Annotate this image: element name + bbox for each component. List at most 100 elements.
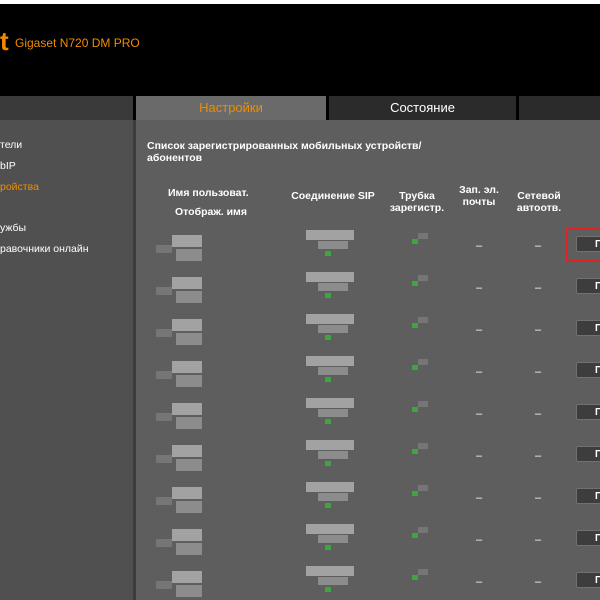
voicemail-value: – xyxy=(475,408,483,420)
voicemail-value: – xyxy=(475,324,483,336)
redacted-sip-account xyxy=(306,440,354,450)
redacted-user-name xyxy=(172,571,202,583)
sidebar-item-online-directories[interactable]: равочники онлайн xyxy=(0,243,89,255)
redacted-display-name xyxy=(176,585,202,597)
edit-device-button[interactable]: П xyxy=(576,320,600,336)
redacted-sip-account xyxy=(306,230,354,240)
autoattendant-value: – xyxy=(534,534,542,546)
redacted-sip-detail xyxy=(318,451,348,459)
autoattendant-value: – xyxy=(534,240,542,252)
sip-status-ok-icon xyxy=(325,293,331,298)
edit-device-button[interactable]: П xyxy=(576,362,600,378)
edit-device-button[interactable]: П xyxy=(576,446,600,462)
redacted-sip-detail xyxy=(318,493,348,501)
col-header-handset: Трубка зарегистр. xyxy=(389,190,445,214)
redacted-user-name xyxy=(172,445,202,457)
redacted-handset-info xyxy=(418,527,428,533)
sidebar-item-sip[interactable]: bIP xyxy=(0,160,16,172)
redacted-sip-account xyxy=(306,272,354,282)
autoattendant-value: – xyxy=(534,450,542,462)
redacted-handset-info xyxy=(418,359,428,365)
redacted-sip-detail xyxy=(318,325,348,333)
section-title: Список зарегистрированных мобильных устр… xyxy=(147,140,422,164)
redacted-number xyxy=(156,497,172,505)
handset-registered-icon xyxy=(412,281,418,286)
tab-settings[interactable]: Настройки xyxy=(136,96,326,120)
tab-next[interactable] xyxy=(519,96,600,120)
edit-device-button[interactable]: П xyxy=(576,236,600,252)
voicemail-value: – xyxy=(475,534,483,546)
redacted-handset-info xyxy=(418,443,428,449)
handset-registered-icon xyxy=(412,491,418,496)
autoattendant-value: – xyxy=(534,282,542,294)
redacted-display-name xyxy=(176,417,202,429)
redacted-sip-account xyxy=(306,524,354,534)
redacted-display-name xyxy=(176,249,202,261)
redacted-number xyxy=(156,455,172,463)
edit-device-button[interactable]: П xyxy=(576,278,600,294)
edit-device-button[interactable]: П xyxy=(576,530,600,546)
col-header-user-name: Имя пользоват. xyxy=(168,187,249,199)
redacted-display-name xyxy=(176,459,202,471)
sip-status-ok-icon xyxy=(325,419,331,424)
redacted-handset-info xyxy=(418,569,428,575)
redacted-handset-info xyxy=(418,233,428,239)
redacted-sip-account xyxy=(306,398,354,408)
redacted-sip-account xyxy=(306,482,354,492)
redacted-user-name xyxy=(172,403,202,415)
redacted-display-name xyxy=(176,543,202,555)
redacted-handset-info xyxy=(418,317,428,323)
redacted-sip-detail xyxy=(318,367,348,375)
autoattendant-value: – xyxy=(534,408,542,420)
tab-status[interactable]: Состояние xyxy=(329,96,516,120)
redacted-user-name xyxy=(172,235,202,247)
col-header-autoattendant: Сетевой автоотв. xyxy=(516,190,562,214)
col-header-display-name: Отображ. имя xyxy=(175,206,247,218)
voicemail-value: – xyxy=(475,492,483,504)
tab-previous[interactable] xyxy=(0,96,133,120)
voicemail-value: – xyxy=(475,450,483,462)
handset-registered-icon xyxy=(412,575,418,580)
redacted-handset-info xyxy=(418,275,428,281)
redacted-number xyxy=(156,581,172,589)
redacted-number xyxy=(156,413,172,421)
handset-registered-icon xyxy=(412,239,418,244)
redacted-number xyxy=(156,329,172,337)
redacted-sip-detail xyxy=(318,283,348,291)
voicemail-value: – xyxy=(475,240,483,252)
sip-status-ok-icon xyxy=(325,461,331,466)
redacted-number xyxy=(156,371,172,379)
redacted-sip-account xyxy=(306,566,354,576)
voicemail-value: – xyxy=(475,282,483,294)
autoattendant-value: – xyxy=(534,492,542,504)
redacted-sip-account xyxy=(306,356,354,366)
redacted-handset-info xyxy=(418,401,428,407)
redacted-handset-info xyxy=(418,485,428,491)
sidebar-item-devices[interactable]: ройства xyxy=(0,181,39,193)
redacted-sip-account xyxy=(306,314,354,324)
product-name: Gigaset N720 DM PRO xyxy=(15,36,140,50)
sip-status-ok-icon xyxy=(325,251,331,256)
sip-status-ok-icon xyxy=(325,503,331,508)
handset-registered-icon xyxy=(412,449,418,454)
handset-registered-icon xyxy=(412,407,418,412)
sidebar: тели bIP ройства ужбы равочники онлайн xyxy=(0,120,133,600)
sidebar-item-services[interactable]: ужбы xyxy=(0,222,26,234)
gigaset-logo: t xyxy=(0,26,9,56)
redacted-user-name xyxy=(172,487,202,499)
sidebar-item-providers[interactable]: тели xyxy=(0,139,22,151)
col-header-sip: Соединение SIP xyxy=(291,190,375,202)
redacted-user-name xyxy=(172,277,202,289)
redacted-sip-detail xyxy=(318,535,348,543)
redacted-display-name xyxy=(176,501,202,513)
redacted-display-name xyxy=(176,291,202,303)
redacted-number xyxy=(156,287,172,295)
redacted-number xyxy=(156,245,172,253)
redacted-sip-detail xyxy=(318,577,348,585)
edit-device-button[interactable]: П xyxy=(576,572,600,588)
edit-device-button[interactable]: П xyxy=(576,404,600,420)
voicemail-value: – xyxy=(475,576,483,588)
autoattendant-value: – xyxy=(534,576,542,588)
redacted-display-name xyxy=(176,333,202,345)
edit-device-button[interactable]: П xyxy=(576,488,600,504)
